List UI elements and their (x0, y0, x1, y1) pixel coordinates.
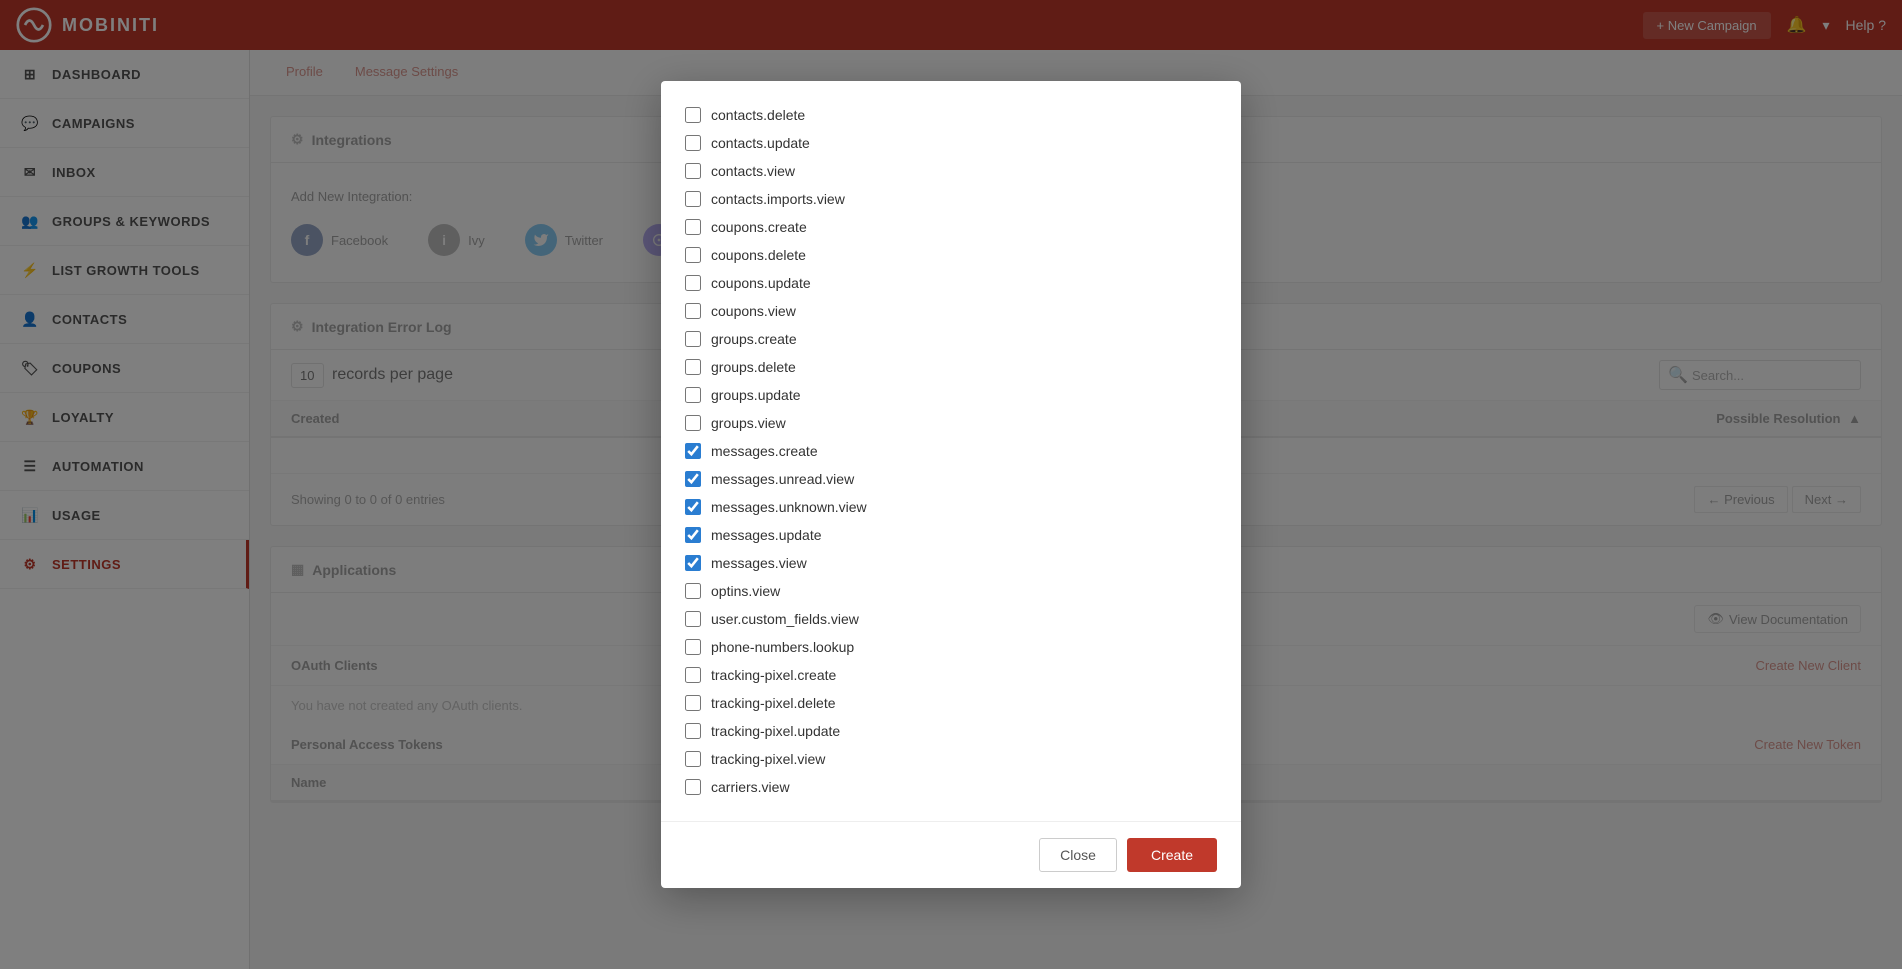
permission-item-contacts.update: contacts.update (685, 129, 1217, 157)
permission-item-messages.unread.view: messages.unread.view (685, 465, 1217, 493)
label-contacts.update[interactable]: contacts.update (711, 135, 810, 151)
permission-item-tracking-pixel.create: tracking-pixel.create (685, 661, 1217, 689)
label-groups.create[interactable]: groups.create (711, 331, 797, 347)
checkbox-coupons.delete[interactable] (685, 247, 701, 263)
checkbox-coupons.create[interactable] (685, 219, 701, 235)
checkbox-phone-numbers.lookup[interactable] (685, 639, 701, 655)
label-groups.view[interactable]: groups.view (711, 415, 786, 431)
label-contacts.view[interactable]: contacts.view (711, 163, 795, 179)
label-user.custom_fields.view[interactable]: user.custom_fields.view (711, 611, 859, 627)
label-messages.create[interactable]: messages.create (711, 443, 818, 459)
label-coupons.update[interactable]: coupons.update (711, 275, 811, 291)
label-messages.unknown.view[interactable]: messages.unknown.view (711, 499, 867, 515)
create-button[interactable]: Create (1127, 838, 1217, 872)
permission-item-coupons.view: coupons.view (685, 297, 1217, 325)
label-coupons.view[interactable]: coupons.view (711, 303, 796, 319)
label-messages.view[interactable]: messages.view (711, 555, 807, 571)
label-contacts.delete[interactable]: contacts.delete (711, 107, 805, 123)
label-messages.update[interactable]: messages.update (711, 527, 822, 543)
checkbox-messages.view[interactable] (685, 555, 701, 571)
checkbox-coupons.view[interactable] (685, 303, 701, 319)
label-tracking-pixel.create[interactable]: tracking-pixel.create (711, 667, 836, 683)
permission-item-carriers.view: carriers.view (685, 773, 1217, 801)
permission-item-groups.delete: groups.delete (685, 353, 1217, 381)
checkbox-groups.create[interactable] (685, 331, 701, 347)
checkbox-contacts.delete[interactable] (685, 107, 701, 123)
permission-item-contacts.view: contacts.view (685, 157, 1217, 185)
checkbox-messages.unknown.view[interactable] (685, 499, 701, 515)
label-phone-numbers.lookup[interactable]: phone-numbers.lookup (711, 639, 854, 655)
label-tracking-pixel.update[interactable]: tracking-pixel.update (711, 723, 840, 739)
checkbox-contacts.imports.view[interactable] (685, 191, 701, 207)
checkbox-carriers.view[interactable] (685, 779, 701, 795)
permission-item-contacts.delete: contacts.delete (685, 101, 1217, 129)
checkbox-tracking-pixel.update[interactable] (685, 723, 701, 739)
permission-item-groups.view: groups.view (685, 409, 1217, 437)
checkbox-optins.view[interactable] (685, 583, 701, 599)
permission-item-user.custom_fields.view: user.custom_fields.view (685, 605, 1217, 633)
permission-item-groups.update: groups.update (685, 381, 1217, 409)
modal-body: contacts.delete contacts.update contacts.v… (661, 81, 1241, 821)
permission-item-optins.view: optins.view (685, 577, 1217, 605)
checkbox-groups.view[interactable] (685, 415, 701, 431)
permission-item-coupons.create: coupons.create (685, 213, 1217, 241)
checkbox-messages.unread.view[interactable] (685, 471, 701, 487)
permission-item-groups.create: groups.create (685, 325, 1217, 353)
label-coupons.create[interactable]: coupons.create (711, 219, 807, 235)
label-messages.unread.view[interactable]: messages.unread.view (711, 471, 854, 487)
checkbox-groups.delete[interactable] (685, 359, 701, 375)
label-tracking-pixel.view[interactable]: tracking-pixel.view (711, 751, 825, 767)
permission-item-messages.create: messages.create (685, 437, 1217, 465)
checkbox-contacts.view[interactable] (685, 163, 701, 179)
checkbox-tracking-pixel.view[interactable] (685, 751, 701, 767)
checkbox-tracking-pixel.create[interactable] (685, 667, 701, 683)
permission-item-messages.update: messages.update (685, 521, 1217, 549)
checkbox-groups.update[interactable] (685, 387, 701, 403)
permission-item-messages.view: messages.view (685, 549, 1217, 577)
modal-overlay: contacts.delete contacts.update contacts.v… (0, 0, 1902, 969)
permission-item-tracking-pixel.delete: tracking-pixel.delete (685, 689, 1217, 717)
permissions-modal: contacts.delete contacts.update contacts.v… (661, 81, 1241, 888)
label-contacts.imports.view[interactable]: contacts.imports.view (711, 191, 845, 207)
permission-item-coupons.update: coupons.update (685, 269, 1217, 297)
label-carriers.view[interactable]: carriers.view (711, 779, 790, 795)
label-tracking-pixel.delete[interactable]: tracking-pixel.delete (711, 695, 836, 711)
modal-footer: Close Create (661, 821, 1241, 888)
checkbox-contacts.update[interactable] (685, 135, 701, 151)
permission-item-tracking-pixel.update: tracking-pixel.update (685, 717, 1217, 745)
label-groups.update[interactable]: groups.update (711, 387, 801, 403)
checkbox-coupons.update[interactable] (685, 275, 701, 291)
permission-item-phone-numbers.lookup: phone-numbers.lookup (685, 633, 1217, 661)
label-coupons.delete[interactable]: coupons.delete (711, 247, 806, 263)
label-groups.delete[interactable]: groups.delete (711, 359, 796, 375)
permission-item-tracking-pixel.view: tracking-pixel.view (685, 745, 1217, 773)
permission-item-coupons.delete: coupons.delete (685, 241, 1217, 269)
checkbox-user.custom_fields.view[interactable] (685, 611, 701, 627)
permission-item-messages.unknown.view: messages.unknown.view (685, 493, 1217, 521)
checkbox-messages.update[interactable] (685, 527, 701, 543)
label-optins.view[interactable]: optins.view (711, 583, 780, 599)
checkbox-tracking-pixel.delete[interactable] (685, 695, 701, 711)
permission-item-contacts.imports.view: contacts.imports.view (685, 185, 1217, 213)
close-button[interactable]: Close (1039, 838, 1117, 872)
checkbox-messages.create[interactable] (685, 443, 701, 459)
